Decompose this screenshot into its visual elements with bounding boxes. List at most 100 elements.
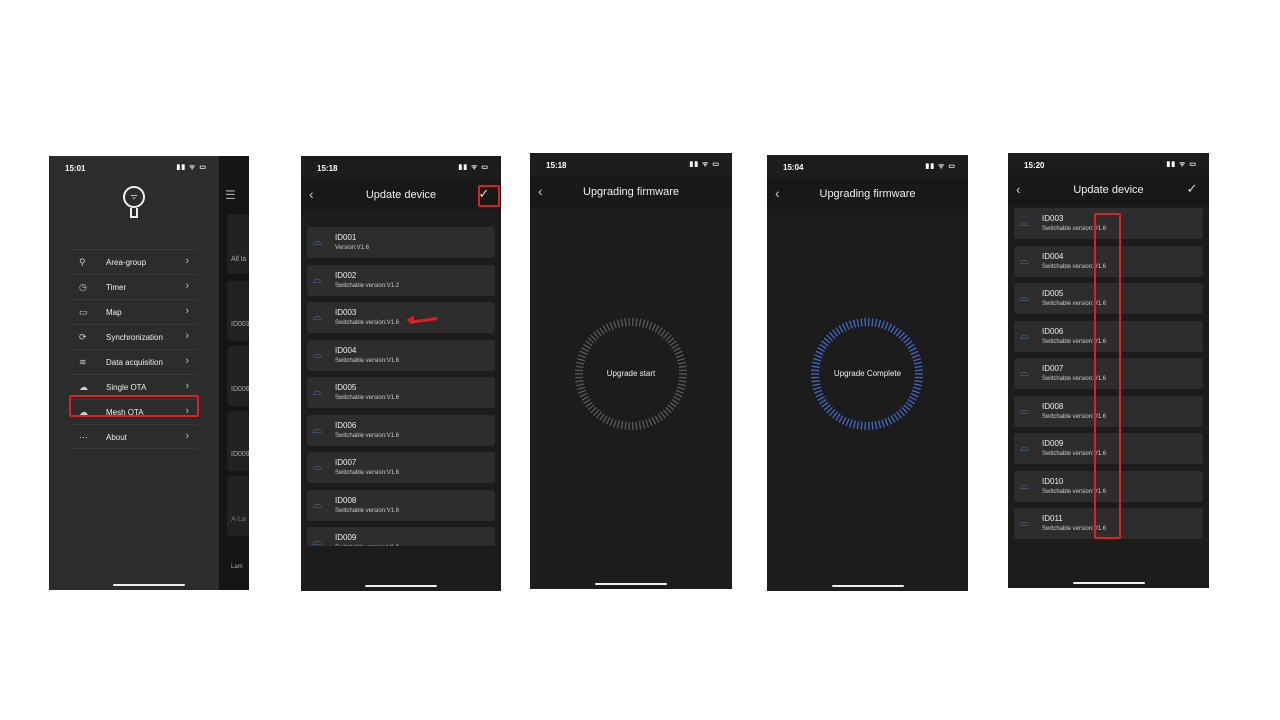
ring-tick xyxy=(841,416,847,425)
ring-tick xyxy=(585,340,593,347)
lamp-icon: ⌓ xyxy=(313,423,322,436)
device-id: ID006 xyxy=(1042,326,1064,336)
phone-upgrade-complete-screen: 15:04 ▮▮ ᯤ ▭ ‹ Upgrading firmware Upgrade… xyxy=(767,155,968,591)
ring-tick xyxy=(832,411,838,419)
ring-tick xyxy=(648,418,653,427)
device-id: ID005 xyxy=(335,383,357,392)
ring-tick xyxy=(635,421,638,430)
device-id: ID007 xyxy=(1042,364,1064,373)
ring-tick xyxy=(578,354,587,359)
lamp-icon: ⌓ xyxy=(313,386,322,398)
ring-tick xyxy=(645,419,649,428)
phone-upgrade-start-screen: 15:18 ▮▮ ᯤ ▭ ‹ Upgrading firmware Upgrade… xyxy=(530,153,732,589)
page-title: Upgrading firmware xyxy=(583,186,679,198)
lamp-icon: ⌓ xyxy=(1020,404,1029,417)
ring-tick xyxy=(812,386,822,391)
ring-tick xyxy=(613,419,617,428)
device-item[interactable]: ⌓ ID003 Switchable version:V1.6 xyxy=(307,302,495,333)
device-version: Switchable version:V1.6 xyxy=(335,507,400,514)
device-item[interactable]: ⌓ ID007 Switchable version:V1.6 xyxy=(307,452,495,483)
ring-tick xyxy=(901,406,908,414)
ring-tick xyxy=(576,386,586,391)
device-version: Switchable version:V1.6 xyxy=(335,320,400,326)
ring-tick xyxy=(605,323,611,332)
tab-lamp[interactable]: Lam xyxy=(231,564,243,570)
ring-tick xyxy=(909,347,917,353)
menu-item-map[interactable]: ▭ Map › xyxy=(71,299,197,324)
ring-tick xyxy=(671,398,679,405)
menu-item-label: Synchronization xyxy=(106,333,163,342)
ring-tick xyxy=(624,421,627,430)
device-id: ID004 xyxy=(1042,251,1064,261)
timer-icon: ◷ xyxy=(79,282,87,292)
device-item[interactable]: ⌓ ID004 Switchable version:V1.6 xyxy=(307,339,495,371)
peek-card: ID009 xyxy=(227,411,249,471)
ring-tick xyxy=(616,319,621,328)
ring-tick xyxy=(587,404,595,411)
ring-tick xyxy=(576,361,585,365)
ring-tick xyxy=(645,320,649,329)
hamburger-icon[interactable]: ☰ xyxy=(225,188,236,202)
ring-tick xyxy=(817,347,825,353)
lamp-icon: ⌓ xyxy=(313,498,322,511)
ring-tick xyxy=(665,334,672,342)
ring-tick xyxy=(654,415,660,423)
ring-tick xyxy=(657,413,663,421)
status-time: 15:04 xyxy=(783,163,804,172)
device-item[interactable]: ⌓ ID002 Switchable version:V1.2 xyxy=(307,264,495,296)
ring-tick xyxy=(676,357,686,362)
ring-tick xyxy=(849,419,853,428)
device-id: ID009 xyxy=(1042,439,1064,448)
ring-tick xyxy=(609,418,614,427)
device-item[interactable]: ⌓ ID009 Switchable version:V1.6 xyxy=(307,527,495,546)
device-version: Version:V1.6 xyxy=(335,245,370,251)
ring-tick xyxy=(575,380,584,383)
chevron-right-icon: › xyxy=(185,355,189,367)
chevron-right-icon: › xyxy=(185,430,189,442)
device-id: ID009 xyxy=(335,533,357,542)
peek-card: ID006 xyxy=(227,346,249,406)
ring-tick xyxy=(826,334,833,342)
device-item[interactable]: ⌓ ID001 Version:V1.6 xyxy=(307,227,495,258)
lamp-icon: ⌓ xyxy=(313,236,322,248)
peek-card: A-La xyxy=(227,476,249,536)
ring-tick xyxy=(814,354,823,359)
ring-tick xyxy=(590,406,597,414)
confirm-check-icon[interactable]: ✓ xyxy=(1181,178,1203,200)
ring-tick xyxy=(593,331,600,339)
menu-item-area-group[interactable]: ⚲ Area-group › xyxy=(71,249,197,274)
menu-item-about[interactable]: ⋯ About › xyxy=(71,424,197,449)
device-item[interactable]: ⌓ ID006 Switchable version:V1.6 xyxy=(307,414,495,446)
menu-item-timer[interactable]: ◷ Timer › xyxy=(71,274,197,299)
menu-item-data-acquisition[interactable]: ≋ Data acquisition › xyxy=(71,349,197,374)
ring-tick xyxy=(667,337,675,344)
ring-tick xyxy=(845,321,850,330)
nav-bar: ‹ Update device ✓ xyxy=(1008,175,1209,205)
ring-tick xyxy=(903,404,911,411)
menu-item-label: Timer xyxy=(106,283,127,292)
ring-tick xyxy=(893,327,899,335)
ellipsis-circle-icon: ⋯ xyxy=(79,432,88,442)
ring-tick xyxy=(896,411,902,419)
ring-tick xyxy=(675,389,684,394)
device-id: ID008 xyxy=(335,495,357,505)
ring-tick xyxy=(832,329,838,337)
ring-tick xyxy=(812,383,821,387)
ring-tick xyxy=(877,420,882,429)
device-item[interactable]: ⌓ ID005 Switchable version:V1.6 xyxy=(307,377,495,408)
ring-tick xyxy=(575,365,584,368)
ring-tick xyxy=(914,380,923,383)
ring-tick xyxy=(912,386,922,391)
ring-tick xyxy=(599,413,605,421)
device-version: Switchable version:V1.6 xyxy=(335,395,400,401)
menu-item-synchronization[interactable]: ⟳ Synchronization › xyxy=(71,324,197,349)
menu-item-label: Area-group xyxy=(106,258,147,267)
status-icons: ▮▮ ᯤ ▭ xyxy=(176,164,207,171)
ring-tick xyxy=(669,340,677,347)
device-list[interactable]: ⌓ ID001 Version:V1.6 ⌓ ID002 Switchable versi… xyxy=(307,227,495,546)
ring-tick xyxy=(662,409,669,417)
ring-tick xyxy=(811,380,820,383)
device-item[interactable]: ⌓ ID008 Switchable version:V1.6 xyxy=(307,489,495,521)
device-id: ID002 xyxy=(335,270,357,280)
ring-tick xyxy=(660,329,666,337)
